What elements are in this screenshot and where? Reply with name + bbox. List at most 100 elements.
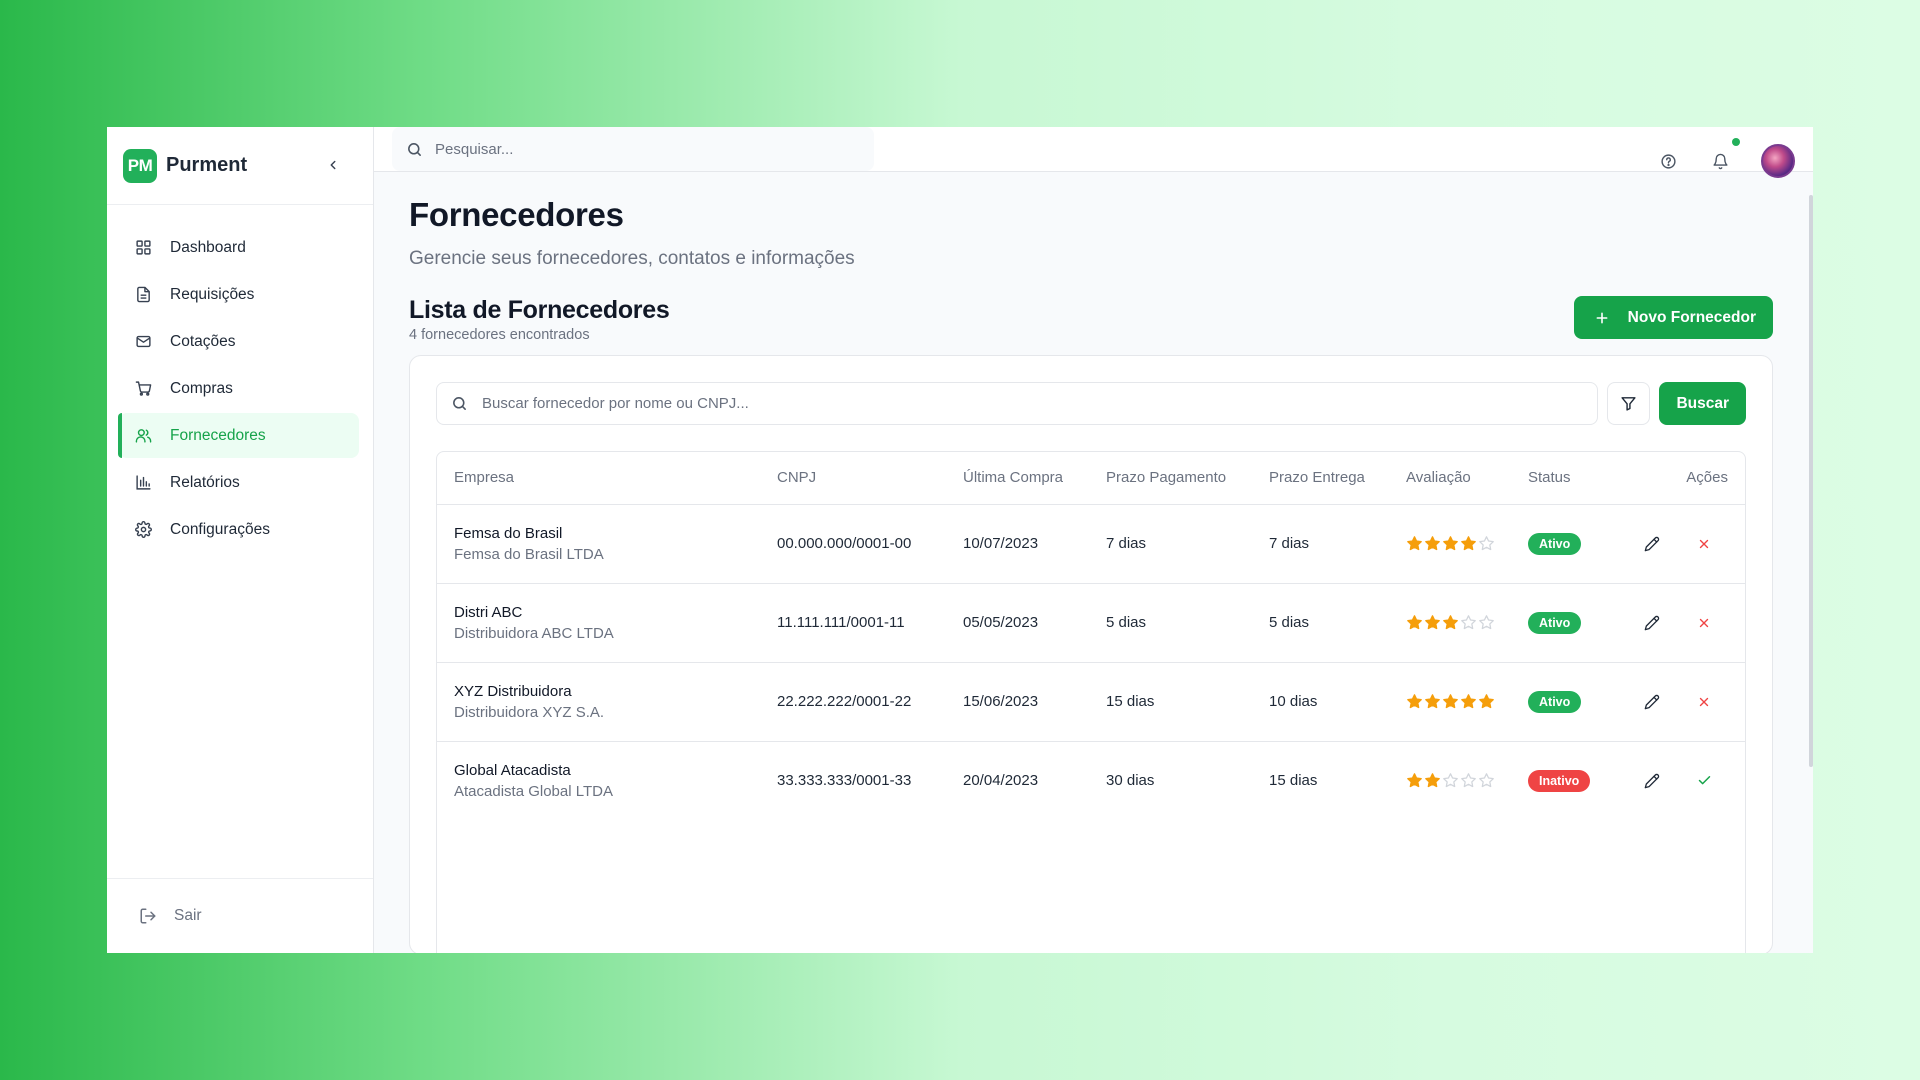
row-actions	[1641, 612, 1745, 634]
star-filled-icon	[1479, 694, 1494, 709]
rating-stars	[1406, 614, 1511, 631]
cell-last-purchase: 10/07/2023	[946, 504, 1089, 584]
table-row[interactable]: Femsa do Brasil Femsa do Brasil LTDA 00.00…	[437, 504, 1745, 584]
supplier-search	[436, 382, 1599, 425]
table-row[interactable]: Global Atacadista Atacadista Global LTDA 3…	[437, 741, 1745, 820]
table-body: Femsa do Brasil Femsa do Brasil LTDA 00.00…	[437, 504, 1745, 820]
column-header-avaliacao[interactable]: Avaliação	[1389, 452, 1511, 505]
cell-status: Ativo	[1511, 583, 1629, 663]
activate-button[interactable]	[1693, 770, 1715, 792]
main-area: Fornecedores Gerencie seus fornecedores,…	[374, 127, 1813, 953]
star-empty-icon	[1461, 615, 1476, 630]
status-badge: Ativo	[1528, 690, 1582, 713]
supplier-search-input[interactable]	[482, 395, 1382, 412]
sidebar-item-requisicoes[interactable]: Requisições	[119, 272, 359, 317]
grid-icon	[133, 238, 153, 258]
cell-last-purchase: 15/06/2023	[946, 662, 1089, 742]
column-header-prazo-entrega[interactable]: Prazo Entrega	[1252, 452, 1389, 505]
deactivate-button[interactable]	[1693, 612, 1715, 634]
logout-button[interactable]: Sair	[107, 878, 373, 953]
collapse-sidebar-button[interactable]	[323, 155, 343, 175]
sidebar-nav: Dashboard Requisições Cotações Compras Forne…	[107, 205, 373, 554]
cell-status: Inativo	[1511, 741, 1629, 820]
cell-delivery-term: 7 dias	[1252, 504, 1389, 584]
cell-cnpj: 00.000.000/0001-00	[760, 504, 946, 584]
cell-payment-term: 30 dias	[1106, 772, 1155, 790]
company-name: Global Atacadista	[454, 761, 571, 779]
star-filled-icon	[1443, 694, 1458, 709]
table-row[interactable]: Distri ABC Distribuidora ABC LTDA 11.111.1…	[437, 583, 1745, 663]
edit-button[interactable]	[1641, 770, 1663, 792]
bar-chart-icon	[133, 473, 153, 493]
cell-payment-term: 5 dias	[1089, 583, 1252, 663]
chevron-left-icon	[330, 160, 336, 170]
star-filled-icon	[1425, 773, 1440, 788]
deactivate-button[interactable]	[1693, 691, 1715, 713]
star-filled-icon	[1443, 536, 1458, 551]
star-empty-icon	[1479, 536, 1494, 551]
table-header-row: Empresa CNPJ Última Compra Prazo Pagamento P…	[437, 452, 1745, 505]
document-icon	[133, 285, 153, 305]
sidebar-item-relatorios[interactable]: Relatórios	[119, 460, 359, 505]
company-legal-name: Femsa do Brasil LTDA	[454, 545, 604, 563]
sidebar-item-fornecedores[interactable]: Fornecedores	[118, 413, 359, 458]
cell-delivery-term: 15 dias	[1269, 772, 1318, 790]
company-legal-name: Atacadista Global LTDA	[454, 782, 613, 800]
notification-dot	[1732, 138, 1740, 146]
cell-rating	[1389, 741, 1511, 820]
sidebar-item-compras[interactable]: Compras	[119, 366, 359, 411]
logo: PM	[123, 148, 157, 183]
search-button[interactable]: Buscar	[1659, 382, 1746, 425]
cell-actions	[1629, 662, 1745, 742]
help-button[interactable]	[1657, 150, 1679, 172]
star-filled-icon	[1407, 536, 1422, 551]
sidebar: PM Purment Dashboard Requisições Cotações C…	[107, 127, 374, 953]
suppliers-table: Empresa CNPJ Última Compra Prazo Pagamento P…	[437, 452, 1745, 820]
row-actions	[1641, 770, 1745, 792]
cell-company: XYZ Distribuidora Distribuidora XYZ S.A.	[437, 662, 760, 742]
deactivate-button[interactable]	[1693, 533, 1715, 555]
search-icon	[453, 397, 466, 410]
company-legal-name: Distribuidora ABC LTDA	[454, 624, 614, 642]
column-header-prazo-pagamento[interactable]: Prazo Pagamento	[1089, 452, 1252, 505]
star-filled-icon	[1425, 536, 1440, 551]
cart-icon	[133, 379, 153, 399]
brand: PM Purment	[107, 127, 373, 205]
star-filled-icon	[1407, 694, 1422, 709]
cell-payment-term: 7 dias	[1089, 504, 1252, 584]
sidebar-item-label: Fornecedores	[170, 426, 266, 444]
cell-actions	[1629, 741, 1745, 820]
column-header-ultima-compra[interactable]: Última Compra	[946, 452, 1089, 505]
star-filled-icon	[1461, 536, 1476, 551]
edit-button[interactable]	[1641, 533, 1663, 555]
sidebar-item-dashboard[interactable]: Dashboard	[119, 225, 359, 270]
column-header-acoes[interactable]: Ações	[1629, 452, 1745, 505]
gear-icon	[133, 520, 153, 540]
list-count: 4 fornecedores encontrados	[409, 327, 590, 343]
cell-rating	[1389, 662, 1511, 742]
column-header-status[interactable]: Status	[1511, 452, 1629, 505]
column-header-empresa[interactable]: Empresa	[437, 452, 760, 505]
edit-button[interactable]	[1641, 691, 1663, 713]
sidebar-item-cotacoes[interactable]: Cotações	[119, 319, 359, 364]
cell-status: Ativo	[1511, 662, 1629, 742]
cell-delivery-term: 10 dias	[1252, 662, 1389, 742]
sidebar-item-configuracoes[interactable]: Configurações	[119, 507, 359, 552]
list-header: Lista de Fornecedores 4 fornecedores enc…	[409, 296, 1773, 343]
global-search-input[interactable]	[435, 140, 835, 158]
new-supplier-label: Novo Fornecedor	[1627, 308, 1756, 326]
table-row[interactable]: XYZ Distribuidora Distribuidora XYZ S.A. 2…	[437, 662, 1745, 742]
column-header-cnpj[interactable]: CNPJ	[760, 452, 946, 505]
bell-icon	[1712, 153, 1728, 169]
company-name: XYZ Distribuidora	[454, 682, 572, 700]
sidebar-item-label: Dashboard	[170, 238, 246, 256]
rating-stars	[1406, 772, 1511, 789]
new-supplier-button[interactable]: Novo Fornecedor	[1573, 296, 1773, 339]
cell-actions	[1629, 504, 1745, 584]
status-badge: Ativo	[1528, 532, 1582, 555]
filter-button[interactable]	[1607, 382, 1651, 425]
row-actions	[1641, 533, 1745, 555]
edit-button[interactable]	[1641, 612, 1663, 634]
notifications-button[interactable]	[1709, 138, 1740, 172]
logout-icon	[139, 907, 157, 925]
